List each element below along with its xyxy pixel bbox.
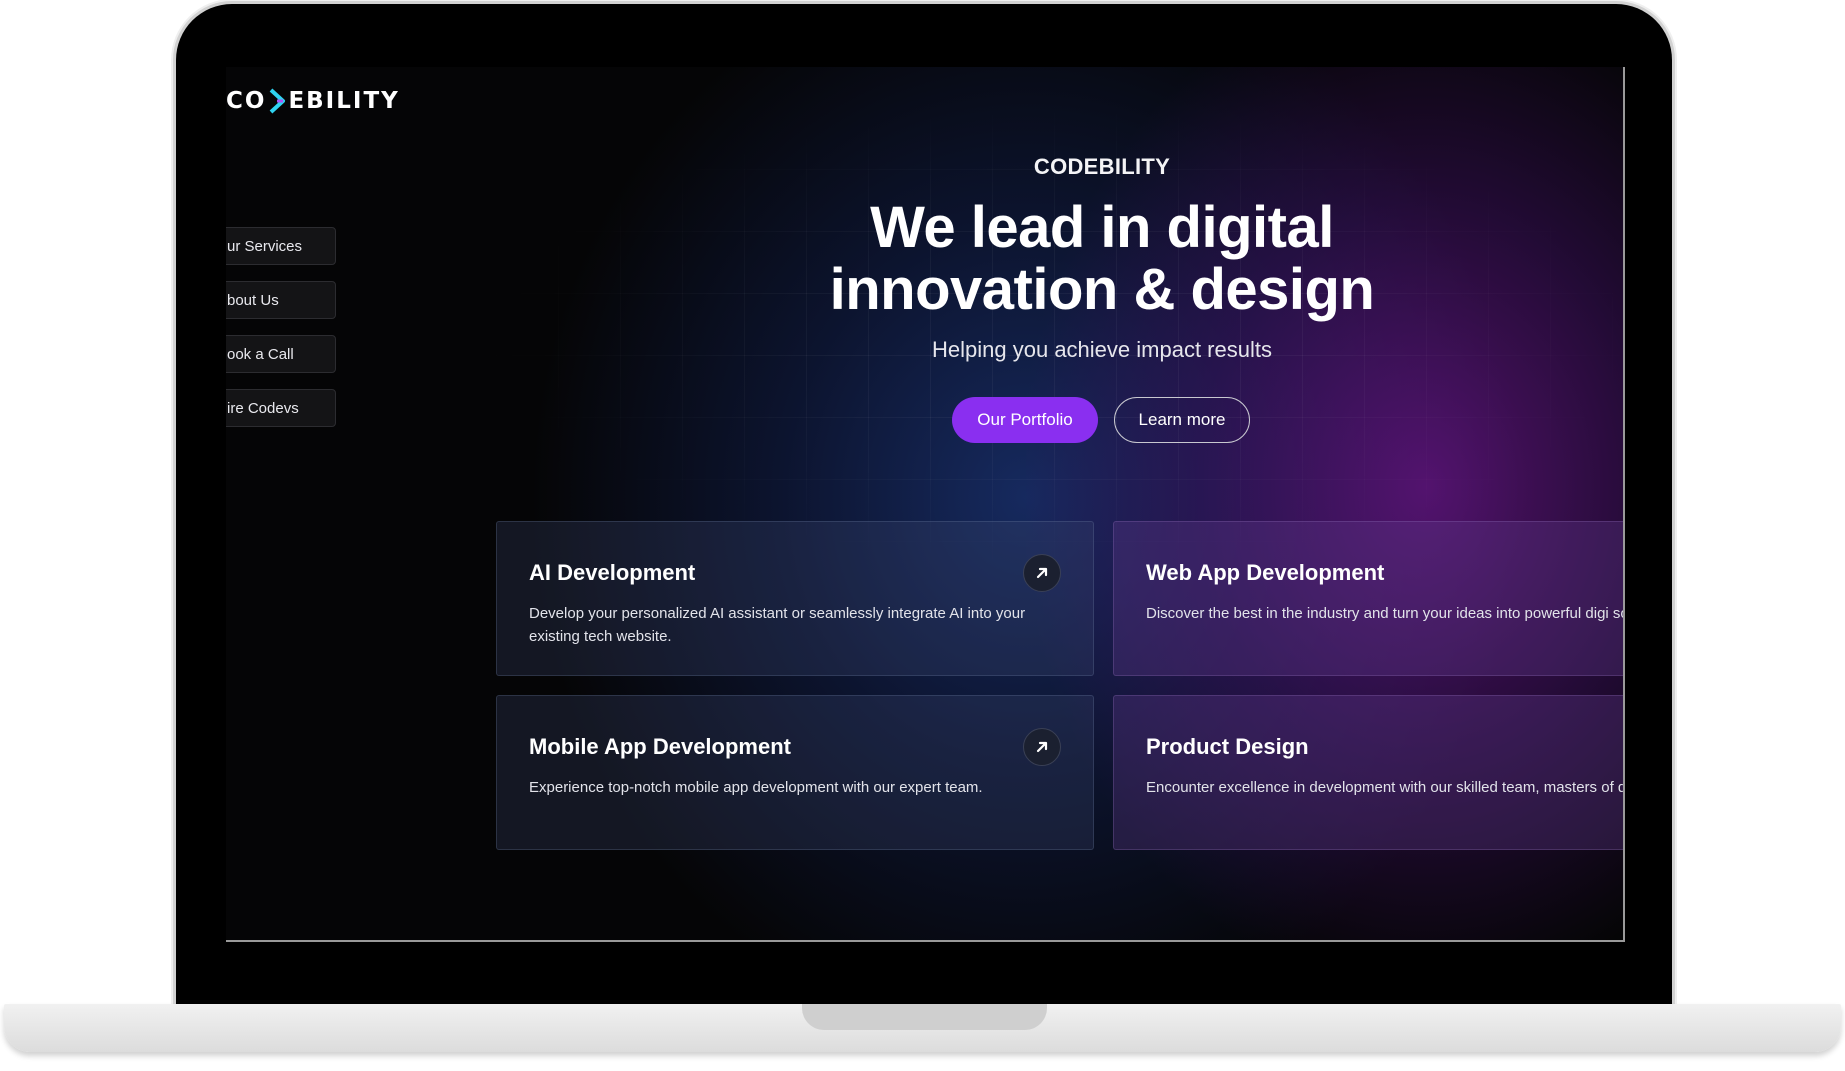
codebility-logo[interactable]: CO EBILITY: [226, 85, 400, 117]
arrow-up-right-glyph: [1036, 567, 1048, 579]
side-nav-label: bout Us: [227, 291, 279, 309]
hero-title-line-2: innovation & design: [829, 257, 1375, 322]
side-nav-label: ook a Call: [227, 345, 294, 363]
side-nav-label: ur Services: [227, 237, 303, 255]
service-card-web-app-development[interactable]: Web App Development Discover the best in…: [1113, 521, 1625, 676]
laptop-notch: [802, 1004, 1047, 1030]
service-card-ai-development[interactable]: AI Development Develop your personalized…: [496, 521, 1094, 676]
service-card-description: Experience top-notch mobile app developm…: [529, 779, 983, 796]
service-card-title: AI Development: [529, 560, 696, 585]
our-portfolio-button[interactable]: Our Portfolio: [952, 397, 1098, 443]
hero-eyebrow: CODEBILITY: [1033, 154, 1171, 179]
service-card-title: Mobile App Development: [529, 734, 791, 759]
arrow-up-right-icon[interactable]: [1023, 728, 1061, 766]
arrow-up-right-glyph: [1036, 741, 1048, 753]
hero-title: We lead in digital innovation & design: [696, 197, 1508, 321]
side-nav-label: ire Codevs: [227, 399, 299, 417]
learn-more-button[interactable]: Learn more: [1114, 397, 1250, 443]
arrow-up-right-icon[interactable]: [1023, 554, 1061, 592]
hero-title-line-1: We lead in digital: [870, 195, 1334, 260]
service-card-description: Encounter excellence in development with…: [1146, 779, 1625, 796]
service-card-title: Product Design: [1146, 734, 1309, 759]
service-card-product-design[interactable]: Product Design Encounter excellence in d…: [1113, 695, 1625, 850]
logo-chevron-icon: [270, 88, 286, 114]
laptop-mockup: CO EBILITY ur Services bout Us ook a Cal…: [0, 0, 1845, 1071]
side-nav-book-a-call[interactable]: ook a Call: [226, 335, 336, 373]
side-nav-hire-codevs[interactable]: ire Codevs: [226, 389, 336, 427]
website-screen: CO EBILITY ur Services bout Us ook a Cal…: [226, 67, 1625, 942]
side-nav-about-us[interactable]: bout Us: [226, 281, 336, 319]
service-card-description: Develop your personalized AI assistant o…: [529, 605, 1026, 645]
hero-subtitle: Helping you achieve impact results: [932, 337, 1272, 362]
side-nav-our-services[interactable]: ur Services: [226, 227, 336, 265]
logo-text-left: CO: [226, 88, 267, 114]
service-card-mobile-app-development[interactable]: Mobile App Development Experience top-no…: [496, 695, 1094, 850]
service-card-title: Web App Development: [1146, 560, 1385, 585]
side-navigation: ur Services bout Us ook a Call ire Codev…: [226, 227, 336, 443]
logo-text-right: EBILITY: [288, 88, 400, 114]
service-card-description: Discover the best in the industry and tu…: [1146, 605, 1625, 622]
